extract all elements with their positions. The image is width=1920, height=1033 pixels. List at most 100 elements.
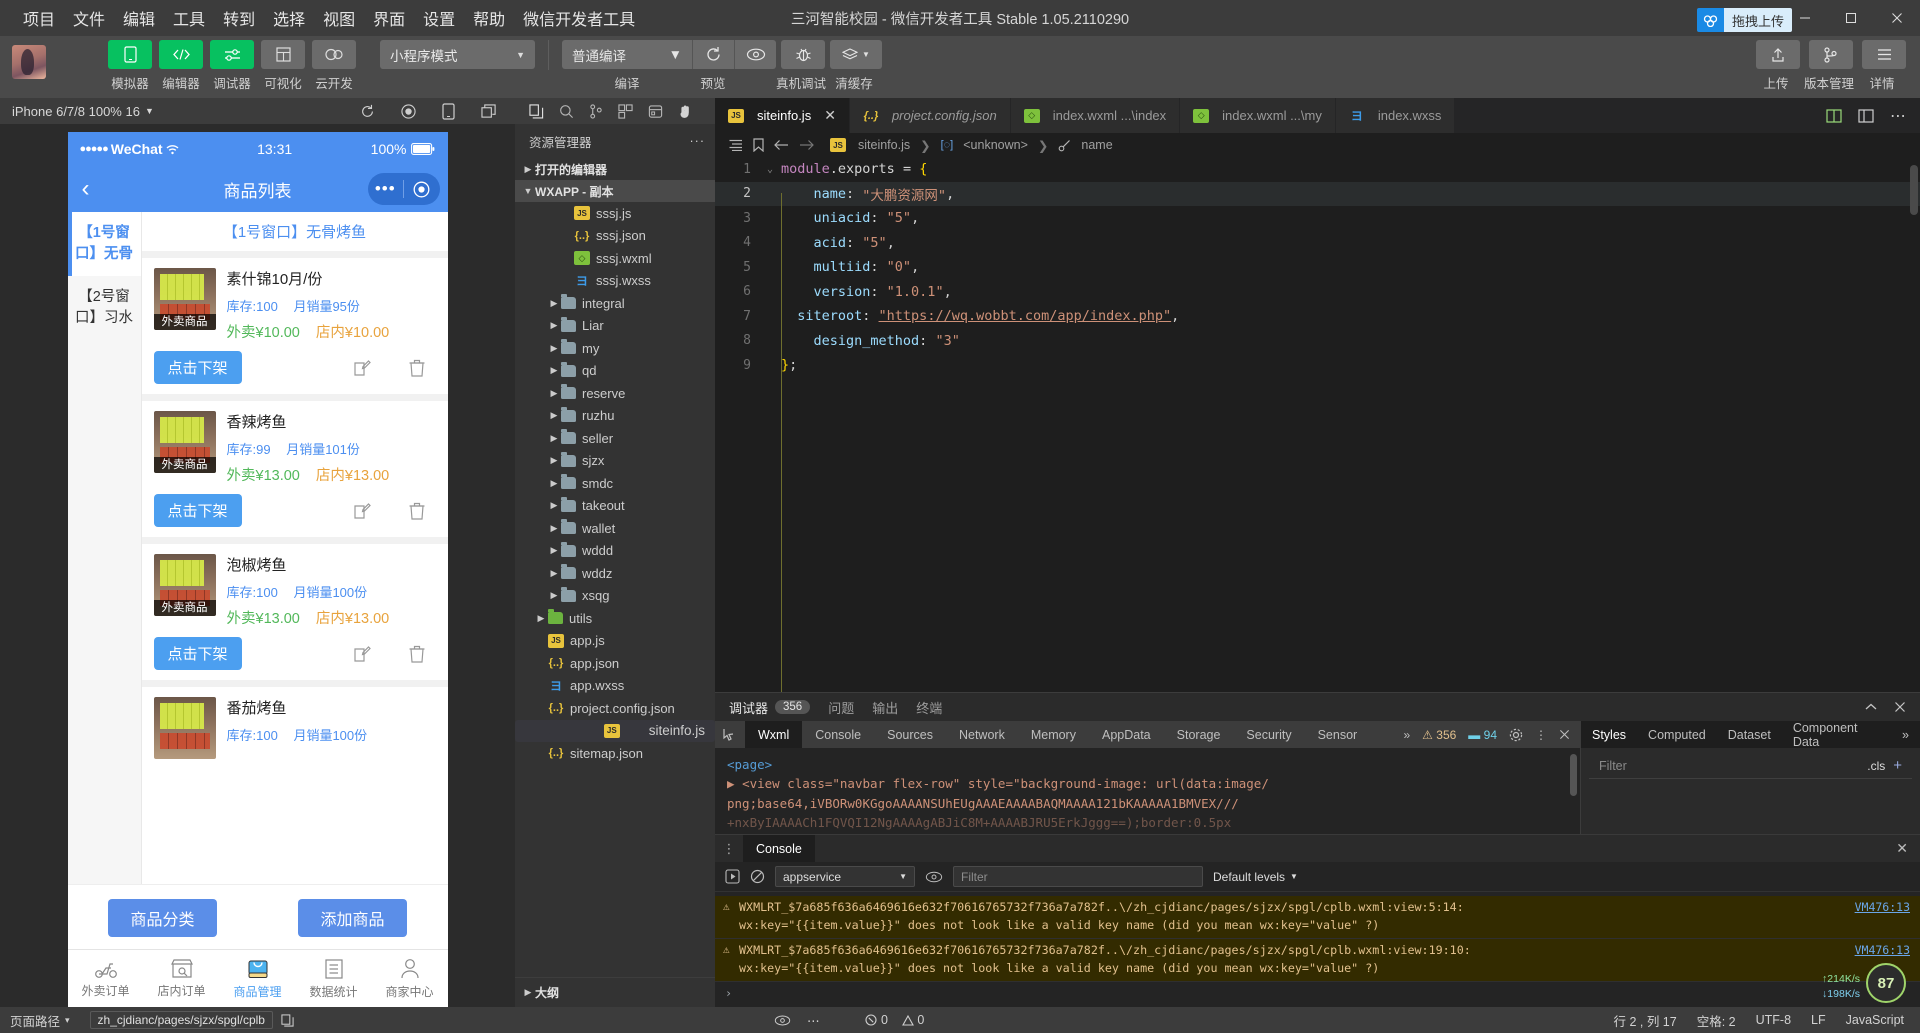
code-line[interactable]: 7 siteroot: "https://wq.wobbt.com/app/in… <box>715 304 1920 329</box>
close-icon[interactable]: ✕ <box>824 107 836 124</box>
breadcrumb-scope[interactable]: <unknown> <box>963 138 1028 152</box>
menu-item-help[interactable]: 帮助 <box>464 2 514 34</box>
file-tree-item[interactable]: ▶smdc <box>515 472 715 495</box>
files-icon[interactable] <box>529 104 544 119</box>
version-button[interactable] <box>1809 40 1853 69</box>
wxml-tree[interactable]: <page> ▶ <view class="navbar flex-row" s… <box>715 748 1580 834</box>
file-tree-item[interactable]: ◇sssj.wxml <box>515 247 715 270</box>
inspect-cursor-icon[interactable] <box>715 728 745 742</box>
multi-window-icon[interactable] <box>481 104 497 119</box>
chevron-up-icon[interactable] <box>1864 702 1878 712</box>
chevron-right-icon[interactable]: ▶ <box>534 613 548 624</box>
eye-icon[interactable] <box>925 871 943 883</box>
file-tree-item[interactable]: ▶wallet <box>515 517 715 540</box>
menu-item-tools[interactable]: 工具 <box>164 2 214 34</box>
mode-select[interactable]: 小程序模式 ▼ <box>380 40 535 69</box>
layout-icon[interactable] <box>1858 109 1874 123</box>
compile-button[interactable] <box>692 40 734 69</box>
chevron-right-icon[interactable]: ▶ <box>547 478 561 489</box>
debugger-tab-problems[interactable]: 问题 <box>828 698 854 717</box>
extensions-icon[interactable] <box>618 104 633 119</box>
file-tree-item[interactable]: ▶my <box>515 337 715 360</box>
file-tree-item[interactable]: ▶xsqg <box>515 585 715 608</box>
debugger-tab-terminal[interactable]: 终端 <box>916 698 942 717</box>
editor-toggle-button[interactable]: 编辑器 <box>157 40 205 92</box>
file-tree-item[interactable]: ▶seller <box>515 427 715 450</box>
console-tab[interactable]: Console <box>743 835 815 862</box>
menu-item-select[interactable]: 选择 <box>264 2 314 34</box>
file-tree-item[interactable]: ▶utils <box>515 607 715 630</box>
devtools-tab-wxml[interactable]: Wxml <box>745 721 802 748</box>
chevron-right-icon[interactable]: ▶ <box>547 568 561 579</box>
close-icon[interactable]: ✕ <box>1896 840 1920 857</box>
maximize-button[interactable] <box>1828 0 1874 36</box>
upload-button[interactable] <box>1756 40 1800 69</box>
styles-filter-input[interactable]: Filter <box>1599 759 1859 773</box>
problem-counts[interactable]: 0 0 <box>855 1007 934 1033</box>
delete-icon[interactable] <box>408 501 426 521</box>
styles-tab-componentdata[interactable]: Component Data <box>1782 721 1891 749</box>
add-rule-button[interactable]: + <box>1893 757 1902 774</box>
devtools-overflow-icon[interactable]: » <box>1403 728 1410 742</box>
chevron-right-icon[interactable]: ▶ <box>547 365 561 376</box>
menu-item-file[interactable]: 文件 <box>64 2 114 34</box>
file-tree-item[interactable]: ▶ruzhu <box>515 405 715 428</box>
menu-item-devtools[interactable]: 微信开发者工具 <box>514 2 644 34</box>
file-tree-item[interactable]: JSapp.js <box>515 630 715 653</box>
code-line[interactable]: 6 version: "1.0.1", <box>715 280 1920 305</box>
edit-icon[interactable] <box>352 644 372 664</box>
compile-select[interactable]: 普通编译 ▼ <box>562 40 692 69</box>
cloud-toggle-button[interactable]: 云开发 <box>310 40 358 92</box>
styles-tab-styles[interactable]: Styles <box>1581 728 1637 742</box>
more-icon[interactable]: ⋯ <box>1890 106 1906 126</box>
delete-icon[interactable] <box>408 644 426 664</box>
file-tree-item[interactable]: ▶wddd <box>515 540 715 563</box>
category-button[interactable]: 商品分类 <box>108 899 216 937</box>
clearcache-button[interactable]: ▼ <box>830 40 882 69</box>
tab-merchant-center[interactable]: 商家中心 <box>372 950 448 1007</box>
editor-tab-index-wxml-index[interactable]: ◇ index.wxml ...\index <box>1011 98 1180 133</box>
add-product-button[interactable]: 添加商品 <box>298 899 406 937</box>
encoding-setting[interactable]: UTF-8 <box>1746 1007 1801 1033</box>
code-editor[interactable]: 1⌄module.exports = {2 name: "大鹏资源网",3 un… <box>715 157 1920 692</box>
clear-icon[interactable] <box>750 869 765 884</box>
chevron-right-icon[interactable]: ▶ <box>547 590 561 601</box>
close-icon[interactable] <box>1894 701 1906 713</box>
chevron-right-icon[interactable]: ▶ <box>547 410 561 421</box>
devtools-tab-storage[interactable]: Storage <box>1164 721 1234 748</box>
styles-tab-computed[interactable]: Computed <box>1637 728 1717 742</box>
chevron-right-icon[interactable]: ▶ <box>547 320 561 331</box>
play-icon[interactable] <box>725 869 740 884</box>
styles-overflow-icon[interactable]: » <box>1891 728 1920 742</box>
cls-button[interactable]: .cls <box>1867 759 1885 773</box>
device-select[interactable]: iPhone 6/7/8 100% 16 <box>12 104 140 119</box>
delete-icon[interactable] <box>408 358 426 378</box>
file-tree-item[interactable]: ▶sjzx <box>515 450 715 473</box>
source-control-icon[interactable] <box>589 104 603 119</box>
page-path-selector[interactable]: 页面路径 ▾ <box>0 1007 80 1033</box>
fold-icon[interactable]: ⌄ <box>767 164 781 175</box>
language-mode[interactable]: JavaScript <box>1836 1007 1920 1033</box>
file-tree-item[interactable]: ▶Liar <box>515 315 715 338</box>
file-tree-item[interactable]: ヨsssj.wxss <box>515 270 715 293</box>
debugger-toggle-button[interactable]: 调试器 <box>208 40 256 92</box>
file-tree-item[interactable]: {..}sssj.json <box>515 225 715 248</box>
file-tree-item[interactable]: {..}app.json <box>515 652 715 675</box>
console-levels-select[interactable]: Default levels ▼ <box>1213 870 1298 884</box>
chevron-right-icon[interactable]: ▶ <box>547 545 561 556</box>
chevron-right-icon[interactable]: ▶ <box>547 433 561 444</box>
offshelf-button[interactable]: 点击下架 <box>154 351 242 384</box>
breadcrumb-file[interactable]: siteinfo.js <box>858 138 910 152</box>
realdevice-button[interactable] <box>781 40 825 69</box>
console-message[interactable]: ⚠ WXMLRT_$7a685f636a6469616e632f70616765… <box>715 939 1920 982</box>
styles-tab-dataset[interactable]: Dataset <box>1717 728 1782 742</box>
debugger-tab-output[interactable]: 输出 <box>872 698 898 717</box>
warning-count[interactable]: ⚠ 356 <box>1422 728 1456 742</box>
code-line[interactable]: 3 uniacid: "5", <box>715 206 1920 231</box>
arrow-left-icon[interactable] <box>774 139 789 151</box>
tab-instore-orders[interactable]: 店内订单 <box>144 950 220 1007</box>
eye-icon[interactable] <box>774 1015 791 1026</box>
devtools-tab-appdata[interactable]: AppData <box>1089 721 1164 748</box>
file-tree-item[interactable]: ▶takeout <box>515 495 715 518</box>
eol-setting[interactable]: LF <box>1801 1007 1836 1033</box>
